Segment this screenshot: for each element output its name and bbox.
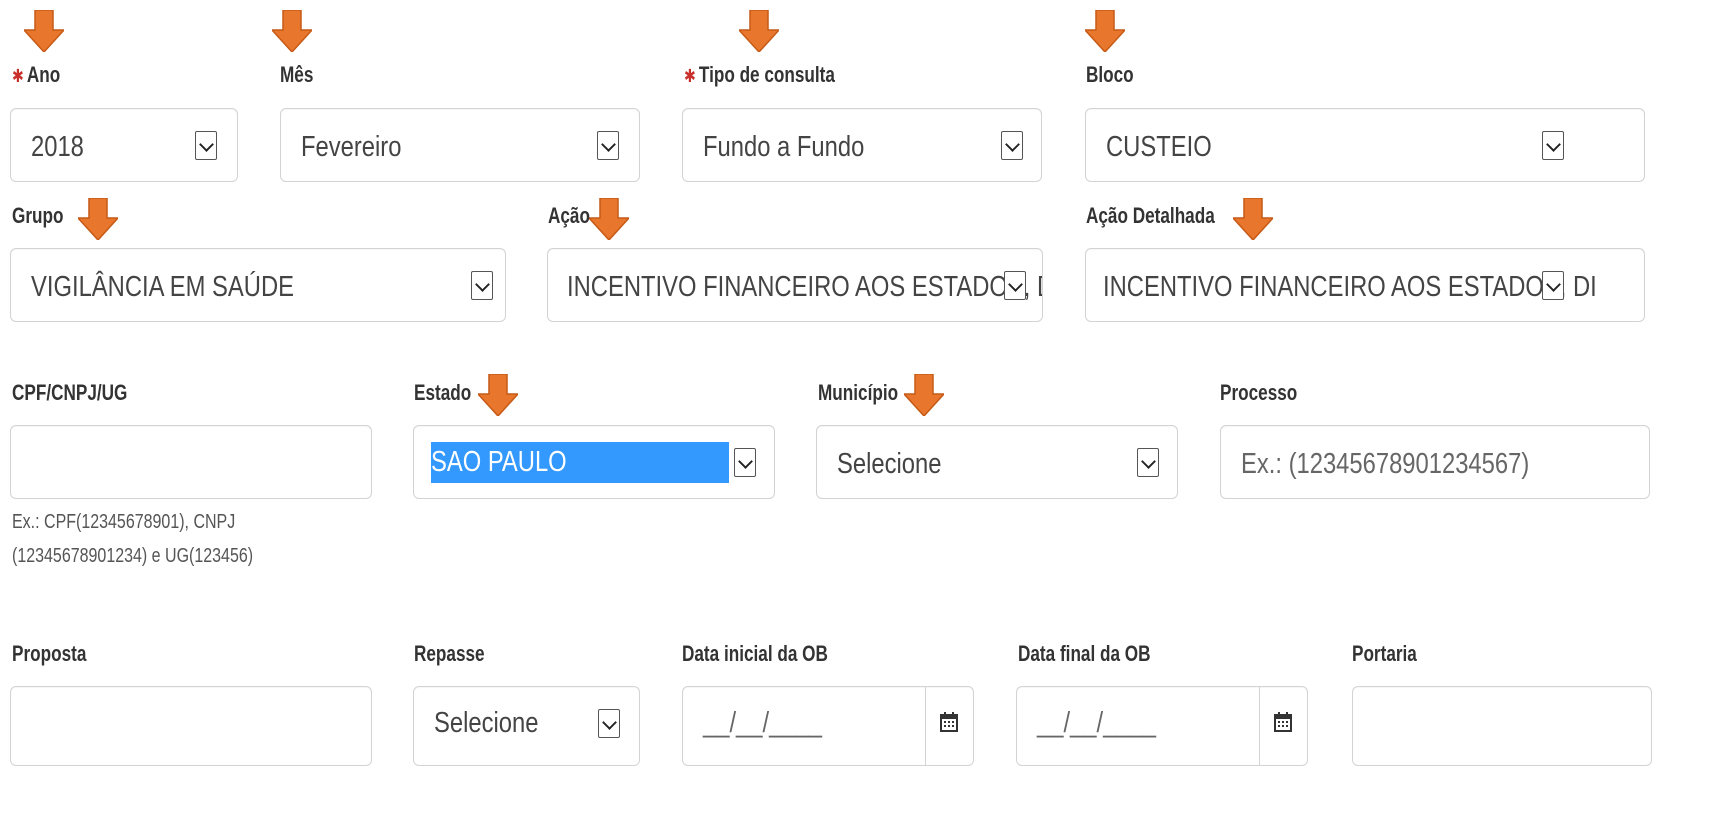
required-marker: ✱ [684,66,696,86]
label-tipo-consulta: ✱ Tipo de consulta [684,62,835,87]
chevron-down-icon[interactable] [597,131,619,160]
down-arrow-icon [24,10,64,52]
chevron-down-icon[interactable] [1137,448,1159,477]
chevron-down-icon[interactable] [1542,271,1564,300]
label-portaria: Portaria [1352,641,1417,666]
chevron-down-icon[interactable] [1542,131,1564,160]
label-mes: Mês [280,62,314,87]
data-final-input[interactable]: __/__/____ [1016,686,1308,766]
label-processo: Processo [1220,380,1298,405]
bloco-select[interactable]: CUSTEIO [1085,108,1645,182]
municipio-select[interactable]: Selecione [816,425,1178,499]
mes-select[interactable]: Fevereiro [280,108,640,182]
down-arrow-icon [1085,10,1125,52]
ano-select[interactable]: 2018 [10,108,238,182]
processo-input[interactable]: Ex.: (12345678901234567) [1220,425,1650,499]
label-proposta: Proposta [12,641,87,666]
label-estado: Estado [414,380,472,405]
grupo-select[interactable]: VIGILÂNCIA EM SAÚDE [10,248,506,322]
label-acao-detalhada: Ação Detalhada [1086,203,1215,228]
chevron-down-icon[interactable] [598,709,620,738]
label-bloco: Bloco [1086,62,1134,87]
label-grupo: Grupo [12,203,64,228]
calendar-icon [940,712,958,732]
label-data-inicial: Data inicial da OB [682,641,828,666]
down-arrow-icon [272,10,312,52]
acao-detalhada-select[interactable]: INCENTIVO FINANCEIRO AOS ESTADOS, DI [1085,248,1645,322]
data-inicial-input[interactable]: __/__/____ [682,686,974,766]
tipo-consulta-select[interactable]: Fundo a Fundo [682,108,1042,182]
label-repasse: Repasse [414,641,485,666]
repasse-select[interactable]: Selecione [413,686,640,766]
label-municipio: Município [818,380,899,405]
chevron-down-icon[interactable] [1004,271,1026,300]
cpf-cnpj-ug-input[interactable] [10,425,372,499]
chevron-down-icon[interactable] [195,131,217,160]
down-arrow-icon [1233,198,1273,240]
label-ano: ✱ Ano [12,62,61,87]
down-arrow-icon [78,198,118,240]
calendar-button[interactable] [925,687,973,765]
label-cpf-cnpj-ug: CPF/CNPJ/UG [12,380,128,405]
acao-select[interactable]: INCENTIVO FINANCEIRO AOS ESTADOS, DI [547,248,1043,322]
required-marker: ✱ [12,66,24,86]
chevron-down-icon[interactable] [1001,131,1023,160]
down-arrow-icon [589,198,629,240]
down-arrow-icon [904,374,944,416]
chevron-down-icon[interactable] [471,271,493,300]
down-arrow-icon [478,374,518,416]
calendar-icon [1274,712,1292,732]
cpf-help-text: Ex.: CPF(12345678901), CNPJ (12345678901… [12,511,254,567]
portaria-input[interactable] [1352,686,1652,766]
down-arrow-icon [739,10,779,52]
selected-option-highlight: SAO PAULO [431,442,729,483]
estado-select[interactable]: SAO PAULO [413,425,775,499]
proposta-input[interactable] [10,686,372,766]
label-acao: Ação [548,203,590,228]
label-data-final: Data final da OB [1018,641,1151,666]
chevron-down-icon[interactable] [734,448,756,477]
calendar-button[interactable] [1259,687,1307,765]
